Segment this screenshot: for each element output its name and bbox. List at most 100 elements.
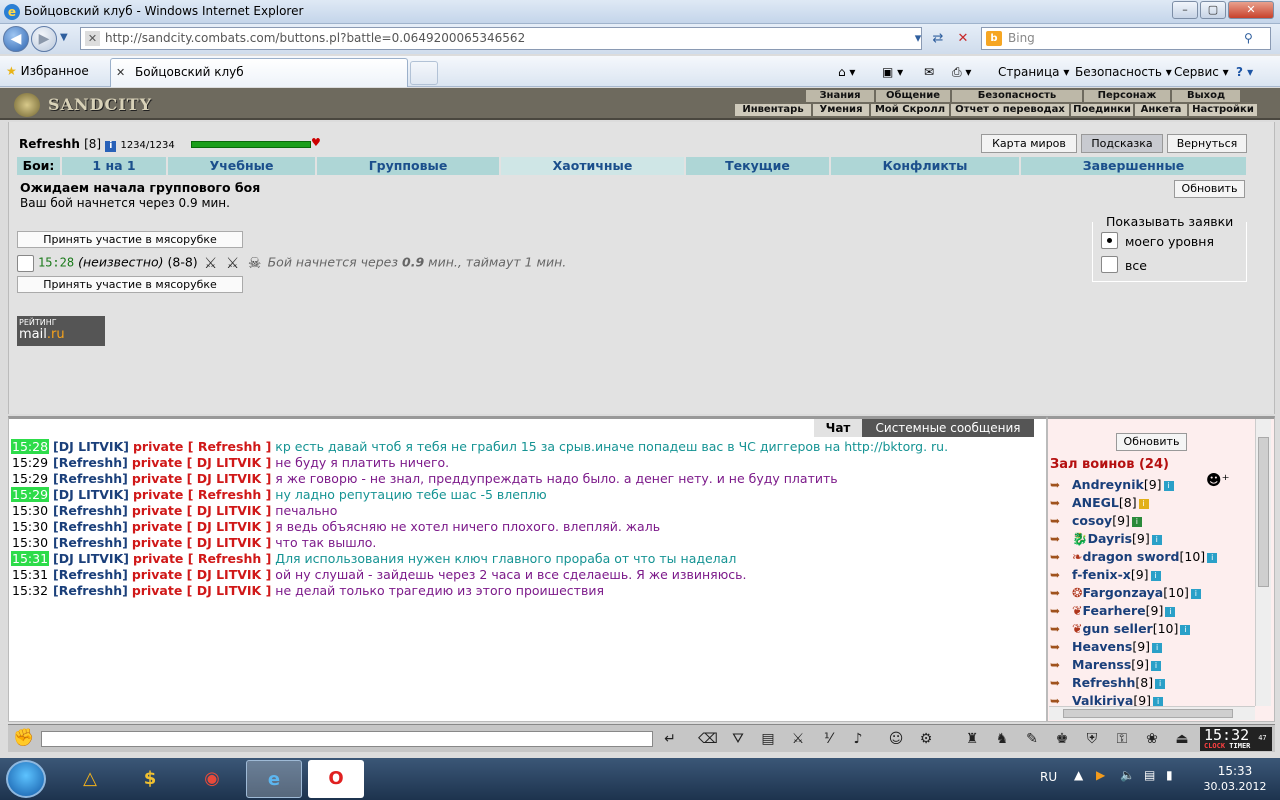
search-field[interactable]: b Bing ⚲ — [981, 27, 1271, 50]
private-arrow-icon[interactable]: ➥ — [1050, 620, 1072, 638]
warrior-info-icon[interactable]: i — [1165, 606, 1176, 617]
tray-arrow-icon[interactable]: ▲ — [1074, 768, 1083, 782]
chat-time[interactable]: 15:30 — [11, 503, 49, 518]
page-menu[interactable]: Страница ▾ — [998, 62, 1069, 82]
history-dropdown-icon[interactable]: ▼ — [60, 32, 68, 43]
hint-button[interactable]: Подсказка — [1081, 134, 1163, 153]
warrior-info-icon[interactable]: i — [1153, 696, 1164, 707]
chat-private[interactable]: private [ DJ LITVIK ] — [132, 503, 271, 518]
close-window-button[interactable]: ✕ — [1228, 1, 1274, 19]
sound-icon[interactable]: ♪ — [846, 728, 870, 750]
scroll-icon[interactable]: ✎ — [1020, 728, 1044, 750]
chat-time[interactable]: 15:28 — [11, 439, 50, 454]
warrior-name[interactable]: Dayris — [1088, 531, 1132, 546]
send-icon[interactable]: ↵ — [658, 728, 682, 750]
exit-icon[interactable]: ⏏ — [1170, 728, 1194, 750]
private-arrow-icon[interactable]: ➥ — [1050, 476, 1072, 494]
minimize-button[interactable]: – — [1172, 1, 1198, 19]
search-icon[interactable]: ⚲ — [1244, 28, 1253, 49]
warrior-info-icon[interactable]: i — [1151, 534, 1162, 545]
private-arrow-icon[interactable]: ➥ — [1050, 512, 1072, 530]
favorites-button[interactable]: ★ Избранное — [6, 61, 89, 81]
hscroll-thumb[interactable] — [1063, 709, 1233, 718]
forward-icon[interactable]: ▶ — [31, 26, 57, 52]
chat-time[interactable]: 15:29 — [11, 471, 49, 486]
start-button[interactable] — [6, 760, 46, 798]
chat-private[interactable]: private [ DJ LITVIK ] — [132, 567, 271, 582]
warriors-vertical-scrollbar[interactable] — [1255, 419, 1271, 706]
mask-icon[interactable]: ♞ — [990, 728, 1014, 750]
warrior-name[interactable]: f-fenix-x — [1072, 567, 1131, 582]
private-arrow-icon[interactable]: ➥ — [1050, 548, 1072, 566]
back-button[interactable]: Вернуться — [1167, 134, 1247, 153]
chat-time[interactable]: 15:30 — [11, 519, 49, 534]
chat-sender[interactable]: [Refreshh] — [53, 583, 128, 598]
chat-private[interactable]: private [ DJ LITVIK ] — [132, 535, 271, 550]
warrior-name[interactable]: cosoy — [1072, 513, 1112, 528]
url-dropdown-icon[interactable]: ▾ — [908, 29, 928, 49]
radio-all[interactable] — [1101, 256, 1118, 273]
taskbar-app-opera-icon[interactable]: O — [308, 760, 364, 798]
feeds-icon[interactable]: ▣ ▾ — [882, 62, 903, 82]
eraser-icon[interactable]: ⌫ — [696, 728, 720, 750]
private-arrow-icon[interactable]: ➥ — [1050, 566, 1072, 584]
chat-time[interactable]: 15:29 — [11, 455, 49, 470]
warriors-horizontal-scrollbar[interactable] — [1049, 706, 1255, 720]
menu-scroll[interactable]: Мой Скролл — [871, 104, 949, 116]
maximize-button[interactable]: ▢ — [1200, 1, 1226, 19]
smiley-icon[interactable]: ☺ — [884, 728, 908, 750]
battle-radio[interactable] — [17, 254, 34, 272]
chat-time[interactable]: 15:31 — [11, 567, 49, 582]
url-field[interactable]: ✕ http://sandcity.combats.com/buttons.pl… — [80, 27, 922, 50]
taskbar-app-ie-icon[interactable]: e — [246, 760, 302, 798]
warrior-info-icon[interactable]: i — [1131, 516, 1142, 527]
world-map-button[interactable]: Карта миров — [981, 134, 1077, 153]
site-logo[interactable]: SANDCITY — [8, 92, 151, 118]
chat-time[interactable]: 15:30 — [11, 535, 49, 550]
stop-icon[interactable]: ✕ — [953, 29, 973, 49]
print-icon[interactable]: ⎙ ▾ — [952, 62, 971, 82]
menu-transfers[interactable]: Отчет о переводах — [951, 104, 1069, 116]
translate-icon[interactable]: ⅟ — [816, 728, 840, 750]
chat-time[interactable]: 15:31 — [11, 551, 50, 566]
refresh-icon[interactable]: ⇄ — [928, 29, 948, 49]
cat-icon[interactable]: ❀ — [1140, 728, 1164, 750]
tab-chaotic[interactable]: Хаотичные — [501, 157, 686, 175]
add-friend-icon[interactable]: ☻⁺ — [1206, 471, 1230, 489]
menu-character[interactable]: Персонаж — [1084, 90, 1170, 102]
menu-knowledge[interactable]: Знания — [806, 90, 874, 102]
chat-sender[interactable]: [Refreshh] — [53, 503, 128, 518]
private-arrow-icon[interactable]: ➥ — [1050, 638, 1072, 656]
radio-my-level[interactable] — [1101, 232, 1118, 249]
chat-private[interactable]: private [ DJ LITVIK ] — [132, 471, 271, 486]
private-arrow-icon[interactable]: ➥ — [1050, 494, 1072, 512]
help-menu[interactable]: ? ▾ — [1236, 62, 1253, 82]
shield-icon[interactable]: ⛨ — [1080, 728, 1104, 750]
warrior-info-icon[interactable]: i — [1138, 498, 1149, 509]
warrior-info-icon[interactable]: i — [1180, 624, 1191, 635]
warrior-name[interactable]: Fearhere — [1082, 603, 1145, 618]
chat-sender[interactable]: [Refreshh] — [53, 455, 128, 470]
tab-group[interactable]: Групповые — [317, 157, 501, 175]
tray-signal-icon[interactable]: ▮ — [1166, 768, 1173, 782]
lock-icon[interactable]: ⚿ — [1110, 728, 1134, 750]
fighter-icon[interactable]: ⚔ — [786, 728, 810, 750]
tray-clock[interactable]: 15:33 30.03.2012 — [1200, 764, 1270, 794]
warrior-name[interactable]: Heavens — [1072, 639, 1132, 654]
warriors-refresh-button[interactable]: Обновить — [1116, 433, 1187, 451]
chat-private[interactable]: private [ Refreshh ] — [133, 487, 271, 502]
chat-private[interactable]: private [ Refreshh ] — [133, 551, 271, 566]
private-arrow-icon[interactable]: ➥ — [1050, 602, 1072, 620]
warrior-info-icon[interactable]: i — [1155, 678, 1166, 689]
language-indicator[interactable]: RU — [1040, 770, 1057, 784]
chat-sender[interactable]: [Refreshh] — [53, 519, 128, 534]
tools-menu[interactable]: Сервис ▾ — [1174, 62, 1229, 82]
taskbar-app-money-icon[interactable]: $ — [122, 760, 178, 798]
menu-security[interactable]: Безопасность — [952, 90, 1082, 102]
tab-finished[interactable]: Завершенные — [1021, 157, 1246, 175]
chat-sender[interactable]: [DJ LITVIK] — [53, 487, 129, 502]
taskbar-app-avast-icon[interactable]: △ — [62, 760, 118, 798]
warrior-info-icon[interactable]: i — [1163, 480, 1174, 491]
chat-private[interactable]: private [ DJ LITVIK ] — [132, 455, 271, 470]
filter-icon[interactable]: ⛛ — [726, 728, 750, 750]
